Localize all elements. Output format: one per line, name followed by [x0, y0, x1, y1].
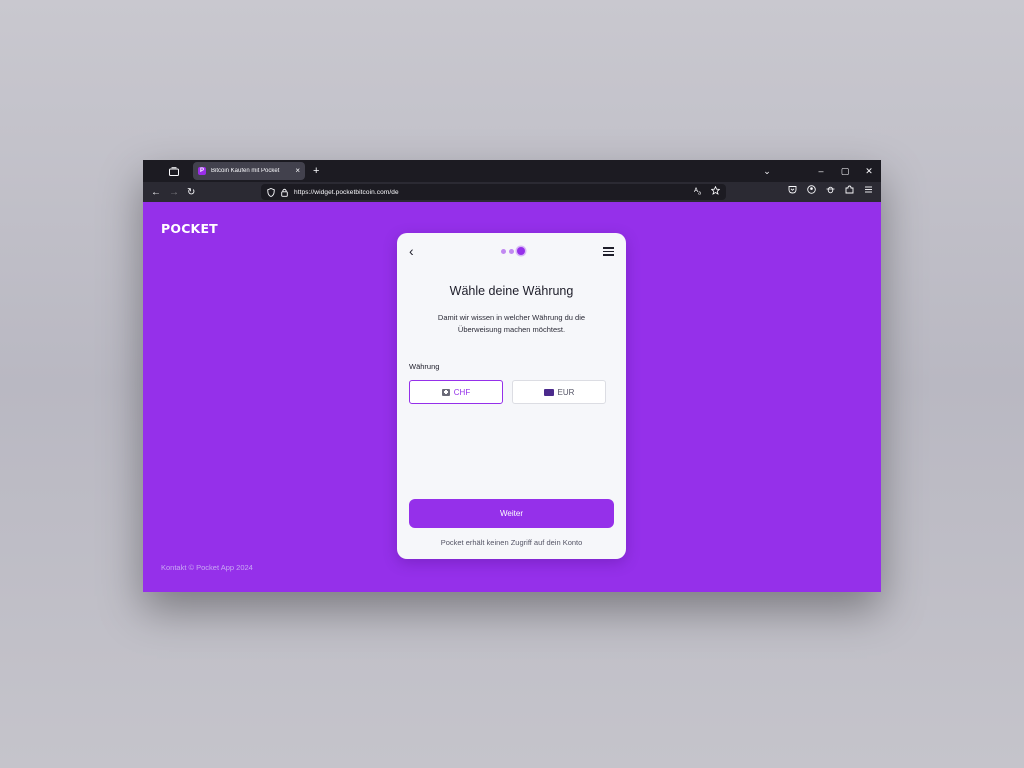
back-arrow-icon[interactable]: ‹ — [409, 243, 414, 259]
progress-dot — [501, 248, 506, 254]
currency-option-chf[interactable]: CHF — [409, 380, 503, 404]
footer-contact[interactable]: Kontakt © Pocket App 2024 — [161, 563, 253, 572]
currency-widget-card: ‹ Wähle deine Währung Damit wir wissen i… — [397, 233, 626, 559]
account-icon[interactable] — [807, 185, 816, 194]
toolbar-actions — [788, 185, 873, 194]
shield-icon[interactable] — [267, 187, 275, 197]
description-text: Damit wir wissen in welcher Währung du d… — [437, 313, 586, 334]
menu-icon[interactable] — [603, 247, 614, 256]
pocket-save-icon[interactable] — [788, 185, 797, 194]
back-button[interactable]: ← — [151, 187, 169, 198]
progress-dot — [509, 248, 514, 254]
currency-option-eur[interactable]: EUR — [512, 380, 606, 404]
continue-button[interactable]: Weiter — [409, 499, 614, 528]
hamburger-menu-icon[interactable] — [864, 185, 873, 194]
forward-button[interactable]: → — [169, 187, 187, 198]
url-text: https://widget.pocketbitcoin.com/de — [294, 188, 399, 196]
address-bar[interactable]: https://widget.pocketbitcoin.com/de A a — [261, 184, 726, 200]
browser-window: P Bitcoin Kaufen mit Pocket × + ⌄ – ▢ ✕ … — [143, 160, 881, 592]
currency-label: Währung — [409, 362, 440, 371]
window-controls: ⌄ – ▢ ✕ — [755, 160, 881, 182]
reload-button[interactable]: ↻ — [187, 187, 205, 198]
privacy-note: Pocket erhält keinen Zugriff auf dein Ko… — [440, 538, 583, 547]
progress-dots — [501, 247, 525, 255]
tab-close-icon[interactable]: × — [295, 167, 300, 175]
extensions-puzzle-icon[interactable] — [845, 185, 854, 194]
maximize-button[interactable]: ▢ — [833, 166, 857, 177]
pocket-favicon-icon: P — [198, 167, 206, 175]
svg-text:a: a — [698, 191, 701, 196]
bookmark-star-icon[interactable] — [711, 186, 720, 195]
tab-list-button[interactable] — [167, 164, 181, 178]
swiss-flag-icon — [441, 388, 450, 396]
list-all-tabs-icon[interactable]: ⌄ — [755, 166, 779, 177]
lock-icon[interactable] — [281, 188, 288, 197]
progress-dot-active — [517, 247, 525, 255]
page-content: POCKET ‹ Wähle deine Währung Damit wir w… — [143, 202, 881, 592]
currency-code: CHF — [453, 387, 471, 397]
tab-title: Bitcoin Kaufen mit Pocket — [211, 168, 280, 174]
tab-list-icon — [169, 166, 179, 176]
navigation-bar: ← → ↻ https://widget.pocketbitcoin.com/d… — [143, 182, 881, 202]
translate-icon[interactable]: A a — [694, 186, 703, 195]
eu-flag-icon — [543, 388, 554, 396]
extension-bug-icon[interactable] — [826, 185, 835, 194]
tab-bar: P Bitcoin Kaufen mit Pocket × + ⌄ – ▢ ✕ — [143, 160, 881, 182]
currency-code: EUR — [557, 387, 575, 397]
new-tab-button[interactable]: + — [313, 165, 319, 177]
close-window-button[interactable]: ✕ — [857, 166, 881, 177]
pocket-logo[interactable]: POCKET — [161, 221, 218, 236]
active-tab[interactable]: P Bitcoin Kaufen mit Pocket × — [193, 162, 305, 180]
page-title: Wähle deine Währung — [449, 284, 574, 298]
minimize-button[interactable]: – — [809, 166, 833, 176]
